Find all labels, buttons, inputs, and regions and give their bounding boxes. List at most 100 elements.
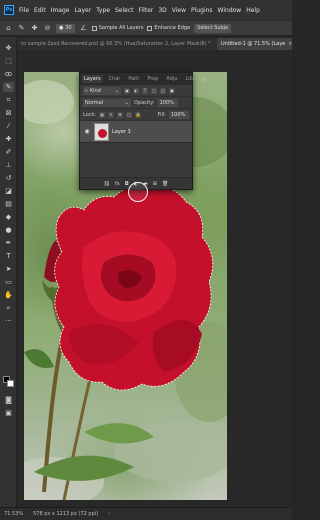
marquee-tool-icon[interactable]: ⬚	[3, 56, 14, 66]
pen-tool-icon[interactable]: ✒	[3, 238, 14, 248]
clone-stamp-tool-icon[interactable]: ⊥	[3, 160, 14, 170]
filter-toggle-icon[interactable]: ●	[169, 87, 175, 94]
brush-tool-icon[interactable]: ✐	[3, 147, 14, 157]
tab-paths[interactable]: Path	[126, 75, 141, 83]
lasso-tool-icon[interactable]: ꝏ	[3, 69, 14, 79]
tab-adjustments[interactable]: Adju	[164, 75, 179, 83]
dodge-tool-icon[interactable]: ●	[3, 225, 14, 235]
panel-menu-icon[interactable]: ≡	[201, 76, 206, 83]
blur-tool-icon[interactable]: ◆	[3, 212, 14, 222]
lock-all-icon[interactable]: 🔒	[135, 111, 142, 118]
select-subject-button[interactable]: Select Subje	[194, 23, 232, 33]
filter-kind-select[interactable]: ⌕ Kind ⌄	[83, 86, 121, 95]
blend-mode-value: Normal	[85, 99, 104, 106]
filter-type-icon[interactable]: T	[142, 87, 148, 94]
brush-angle-icon[interactable]: ∠	[79, 24, 88, 33]
zoom-level[interactable]: 71.53%	[4, 511, 23, 517]
quick-selection-tool-icon[interactable]: ✎	[17, 24, 26, 33]
menu-view[interactable]: View	[172, 7, 186, 14]
new-layer-icon[interactable]: ⊞	[153, 181, 157, 187]
blend-mode-select[interactable]: Normal ⌄	[83, 98, 131, 107]
filter-adjustment-icon[interactable]: ◐	[133, 87, 139, 94]
photoshop-logo[interactable]: Ps	[4, 5, 14, 15]
crop-tool-icon[interactable]: ⌗	[3, 95, 14, 105]
menu-help[interactable]: Help	[246, 7, 260, 14]
enhance-edge-checkbox[interactable]	[147, 25, 153, 31]
layer-row[interactable]: ◉ Layer 3	[80, 121, 192, 143]
healing-brush-tool-icon[interactable]: ✚	[3, 134, 14, 144]
blend-opacity-row: Normal ⌄ Opacity: 100%	[80, 97, 192, 109]
close-icon[interactable]: ×	[288, 41, 292, 47]
search-icon: ⌕	[85, 87, 88, 94]
home-icon[interactable]: ⌂	[4, 24, 13, 33]
tab-recovered-label: ro sample 2psd Recovered.psd @ 66.3% (Hu…	[21, 41, 211, 47]
lock-position-icon[interactable]: ✥	[117, 111, 124, 118]
more-tools-icon[interactable]: ···	[3, 316, 14, 326]
sample-all-layers-checkbox[interactable]	[91, 25, 97, 31]
opacity-label: Opacity:	[134, 99, 155, 106]
chevron-right-icon[interactable]: ›	[108, 511, 110, 517]
rectangle-tool-icon[interactable]: ▭	[3, 277, 14, 287]
sample-all-layers-option[interactable]: Sample All Layers	[91, 25, 143, 31]
enhance-edge-option[interactable]: Enhance Edge	[147, 25, 190, 31]
quick-selection-tool-icon[interactable]: ✎	[3, 82, 14, 92]
menu-image[interactable]: Image	[51, 7, 70, 14]
menu-window[interactable]: Window	[218, 7, 242, 14]
menu-plugins[interactable]: Plugins	[191, 7, 213, 14]
opacity-value: 100%	[159, 99, 174, 106]
menu-3d[interactable]: 3D	[158, 7, 166, 14]
eraser-tool-icon[interactable]: ◪	[3, 186, 14, 196]
tab-libraries[interactable]: Libs	[184, 75, 198, 83]
menu-layer[interactable]: Layer	[74, 7, 91, 14]
options-bar: ⌂ ✎ ✚ ⊖ ● 30 ∠ Sample All Layers Enhance…	[0, 20, 292, 36]
eye-icon[interactable]: ◉	[83, 128, 91, 135]
filter-smart-object-icon[interactable]: ◫	[160, 87, 166, 94]
layer-style-icon[interactable]: fx	[115, 181, 120, 187]
type-tool-icon[interactable]: T	[3, 251, 14, 261]
trash-icon[interactable]: 🗑	[162, 181, 168, 187]
tools-panel: ✥ ⬚ ꝏ ✎ ⌗ ⊠ ⁄ ✚ ✐ ⊥ ↺ ◪ ▤ ◆ ● ✒ T ➤ ▭ ✋ …	[0, 37, 17, 507]
menu-type[interactable]: Type	[96, 7, 110, 14]
frame-tool-icon[interactable]: ⊠	[3, 108, 14, 118]
lock-pixels-icon[interactable]: ✎	[108, 111, 115, 118]
fill-label: Fill:	[157, 111, 166, 118]
tab-character[interactable]: Char	[107, 75, 123, 83]
background-color-swatch[interactable]	[7, 380, 14, 387]
quick-mask-icon[interactable]: ◙	[3, 395, 14, 405]
filter-shape-icon[interactable]: ▢	[151, 87, 157, 94]
lock-label: Lock:	[83, 111, 97, 118]
menu-filter[interactable]: Filter	[139, 7, 154, 14]
document-info: 578 px x 1213 px (72 ppi)	[33, 511, 99, 517]
zoom-tool-icon[interactable]: ⌕	[3, 303, 14, 313]
tab-layers[interactable]: Layers	[82, 75, 103, 83]
hand-tool-icon[interactable]: ✋	[3, 290, 14, 300]
history-brush-tool-icon[interactable]: ↺	[3, 173, 14, 183]
opacity-field[interactable]: 100%	[157, 98, 178, 107]
eyedropper-tool-icon[interactable]: ⁄	[3, 121, 14, 131]
screen-mode-icon[interactable]: ▣	[3, 408, 14, 418]
layer-name[interactable]: Layer 3	[112, 129, 131, 135]
menu-file[interactable]: File	[19, 7, 29, 14]
menu-edit[interactable]: Edit	[34, 7, 46, 14]
lock-artboard-icon[interactable]: ▢	[126, 111, 133, 118]
filter-pixel-icon[interactable]: ▣	[124, 87, 130, 94]
add-mask-icon[interactable]: ◘	[125, 181, 129, 187]
fill-value: 100%	[171, 111, 186, 118]
gradient-tool-icon[interactable]: ▤	[3, 199, 14, 209]
subtract-from-selection-icon[interactable]: ⊖	[43, 24, 52, 33]
tab-untitled-1[interactable]: Untitled-1 @ 71.5% (Laye ×	[217, 38, 292, 50]
tab-untitled-label: Untitled-1 @ 71.5% (Laye	[221, 41, 286, 47]
fill-field[interactable]: 100%	[169, 110, 189, 119]
path-selection-tool-icon[interactable]: ➤	[3, 264, 14, 274]
brush-size-picker[interactable]: ● 30	[56, 23, 75, 33]
chevron-down-icon: ⌄	[124, 99, 129, 106]
layer-thumbnail[interactable]	[94, 122, 109, 141]
add-to-selection-icon[interactable]: ✚	[30, 24, 39, 33]
menu-select[interactable]: Select	[115, 7, 134, 14]
move-tool-icon[interactable]: ✥	[3, 43, 14, 53]
lock-transparency-icon[interactable]: ▦	[99, 111, 106, 118]
tab-recovered-document[interactable]: ro sample 2psd Recovered.psd @ 66.3% (Hu…	[17, 38, 217, 50]
document-tabs: ro sample 2psd Recovered.psd @ 66.3% (Hu…	[17, 37, 292, 50]
link-layers-icon[interactable]: ⛓	[104, 181, 110, 187]
tab-properties[interactable]: Prop	[145, 75, 160, 83]
